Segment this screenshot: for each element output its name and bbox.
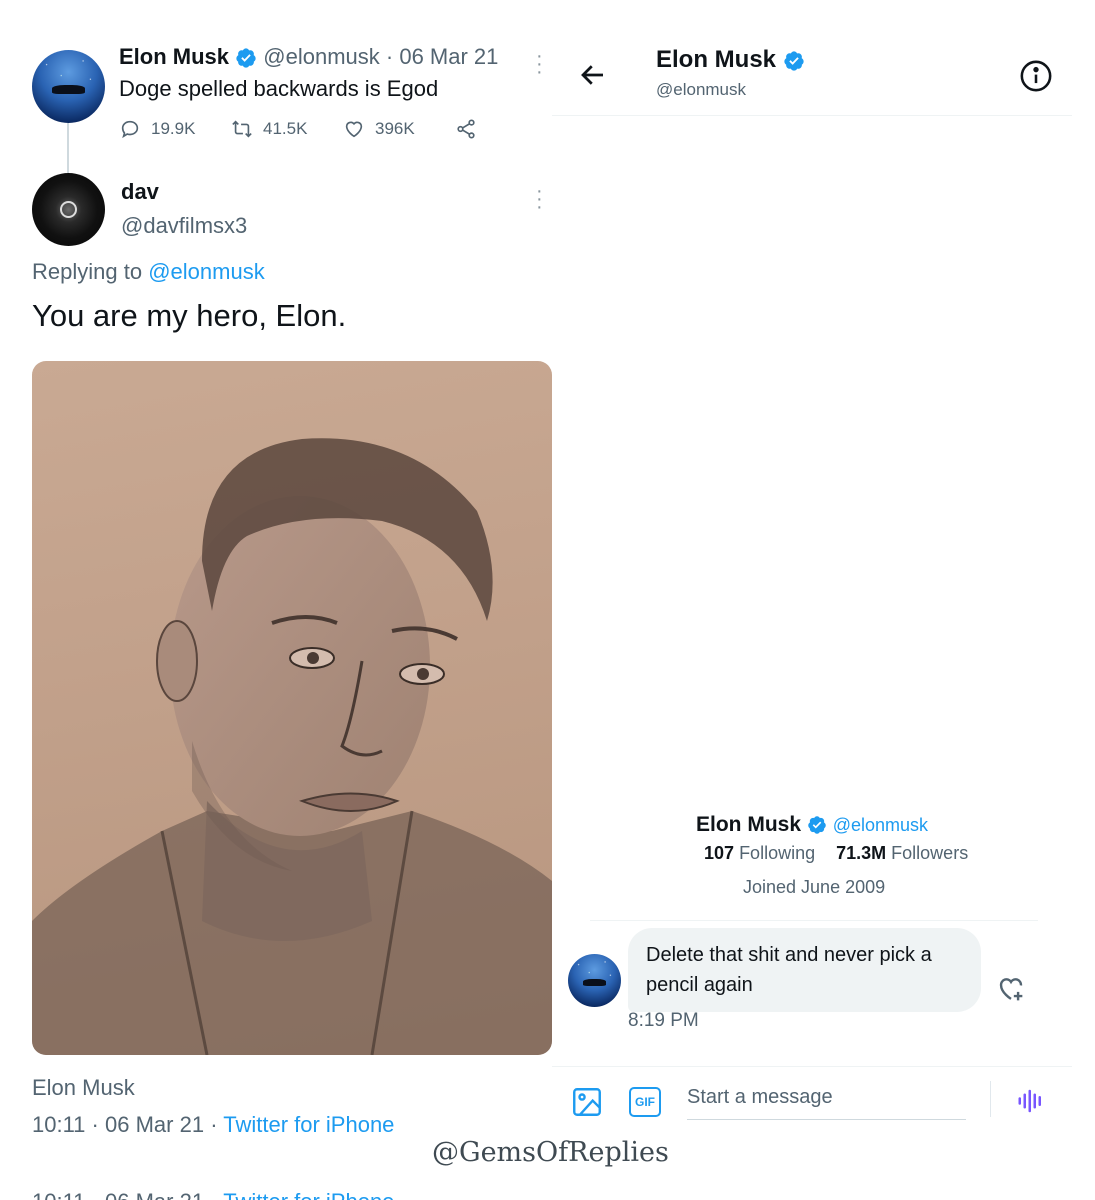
message-text: Delete that shit and never pick a pencil… xyxy=(646,944,932,996)
thread-connector xyxy=(67,123,69,173)
dm-conversation: Elon Musk @elonmusk Elon Musk @elonmusk … xyxy=(552,0,1095,1200)
replying-to-link[interactable]: @elonmusk xyxy=(148,259,265,284)
cutoff-timestamp-line: 10:11 · 06 Mar 21 · Twitter for iPhone xyxy=(32,1186,394,1200)
followers-count: 71.3M xyxy=(836,843,887,863)
dm-header-name: Elon Musk xyxy=(656,46,777,73)
following-stat[interactable]: 107 Following xyxy=(704,843,820,863)
tweet-date-footer: 06 Mar 21 xyxy=(105,1112,205,1137)
reply-author-name[interactable]: dav xyxy=(121,179,159,205)
reply-text: You are my hero, Elon. xyxy=(32,298,347,333)
dm-header-handle: @elonmusk xyxy=(656,80,747,99)
cutoff-source-separator: · xyxy=(210,1189,217,1200)
joined-date: Joined June 2009 xyxy=(743,877,886,897)
like-count: 396K xyxy=(375,119,415,138)
retweet-button[interactable]: 41.5K xyxy=(231,118,307,140)
image-icon[interactable] xyxy=(570,1085,604,1119)
source-link[interactable]: Twitter for iPhone xyxy=(223,1112,394,1137)
tweet-author-name[interactable]: Elon Musk xyxy=(119,44,229,69)
heart-icon xyxy=(345,121,363,138)
message-input-placeholder: Start a message xyxy=(687,1086,833,1108)
retweet-count: 41.5K xyxy=(263,119,308,138)
profile-name: Elon Musk xyxy=(696,813,802,836)
footer-author: Elon Musk xyxy=(32,1075,135,1100)
dav-avatar[interactable] xyxy=(32,173,105,246)
tweet-date[interactable]: 06 Mar 21 xyxy=(399,44,498,69)
pencil-portrait xyxy=(32,438,552,1055)
verified-badge-icon xyxy=(784,51,804,71)
dm-header-title: Elon Musk xyxy=(656,46,805,74)
tweet-time: 10:11 xyxy=(32,1112,86,1137)
gif-label: GIF xyxy=(635,1095,655,1109)
tweet-header: Elon Musk @elonmusk · 06 Mar 21 xyxy=(119,44,498,70)
voice-message-icon[interactable] xyxy=(1016,1086,1046,1116)
message-input[interactable]: Start a message xyxy=(687,1080,966,1120)
elon-avatar[interactable] xyxy=(32,50,105,123)
reply-button[interactable]: 19.9K xyxy=(119,118,195,140)
verified-badge-icon xyxy=(236,48,256,68)
info-icon[interactable] xyxy=(1019,59,1053,93)
share-icon xyxy=(457,119,475,139)
composer-vertical-divider xyxy=(990,1081,991,1117)
attached-pencil-drawing[interactable] xyxy=(32,361,552,1055)
tweet-text: Doge spelled backwards is Egod xyxy=(119,76,439,101)
meta-separator: · xyxy=(385,44,394,69)
profile-handle[interactable]: @elonmusk xyxy=(833,815,928,835)
cutoff-date: 06 Mar 21 xyxy=(105,1189,204,1200)
replying-to-line: Replying to @elonmusk xyxy=(32,259,265,285)
retweet-icon xyxy=(232,120,252,138)
composer-divider xyxy=(552,1066,1072,1067)
following-label: Following xyxy=(739,843,816,863)
reply-count: 19.9K xyxy=(151,119,196,138)
like-button[interactable]: 396K xyxy=(343,118,415,140)
back-arrow-icon[interactable] xyxy=(578,60,608,90)
cutoff-separator: · xyxy=(92,1189,99,1200)
following-count: 107 xyxy=(704,843,735,863)
cutoff-time: 10:11 xyxy=(32,1189,85,1200)
followers-stat[interactable]: 71.3M Followers xyxy=(836,843,968,863)
message-time: 8:19 PM xyxy=(628,1010,699,1031)
tweet-author-handle[interactable]: @elonmusk xyxy=(263,44,380,69)
tweet-more-icon[interactable]: · · · xyxy=(536,46,543,82)
replying-prefix: Replying to xyxy=(32,259,143,284)
add-reaction-icon[interactable] xyxy=(994,972,1028,1006)
cutoff-source: Twitter for iPhone xyxy=(223,1189,394,1200)
reply-icon xyxy=(121,120,139,139)
header-divider xyxy=(552,115,1072,116)
message-bubble[interactable]: Delete that shit and never pick a pencil… xyxy=(628,928,981,1012)
tweet-timestamp-line: 10:11 · 06 Mar 21 · Twitter for iPhone xyxy=(32,1112,394,1138)
source-separator: · xyxy=(210,1112,218,1137)
profile-divider xyxy=(590,920,1038,921)
share-button[interactable] xyxy=(455,118,477,140)
verified-badge-icon xyxy=(808,816,826,835)
timestamp-separator: · xyxy=(91,1112,99,1137)
profile-stats: 107 Following 71.3M Followers xyxy=(704,843,968,864)
sender-avatar[interactable] xyxy=(568,954,621,1007)
gif-button[interactable]: GIF xyxy=(629,1087,661,1117)
reply-author-handle[interactable]: @davfilmsx3 xyxy=(121,213,247,239)
followers-label: Followers xyxy=(891,843,969,863)
tweet-thread: Elon Musk @elonmusk · 06 Mar 21 · · · Doge… xyxy=(0,0,552,1200)
profile-summary-name[interactable]: Elon Musk @elonmusk xyxy=(696,813,928,837)
watermark: @GemsOfReplies xyxy=(432,1137,669,1168)
reply-more-icon[interactable]: · · · xyxy=(536,181,543,217)
